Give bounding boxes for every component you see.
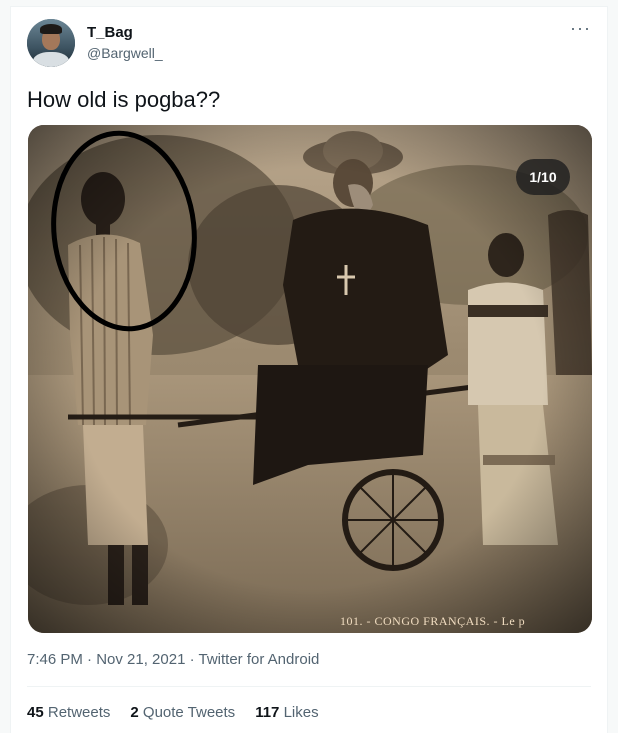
author-handle[interactable]: @Bargwell_: [87, 45, 163, 61]
likes-stat[interactable]: 117 Likes: [255, 704, 318, 721]
retweets-count: 45: [27, 704, 44, 721]
tweet-timestamp[interactable]: 7:46 PM · Nov 21, 2021 · Twitter for And…: [27, 651, 319, 668]
engagement-stats: 45 Retweets 2 Quote Tweets 117 Likes: [27, 704, 319, 721]
quote-tweets-label: Quote Tweets: [142, 704, 236, 721]
tweet-card: T_Bag @Bargwell_ ··· How old is pogba??: [10, 6, 608, 733]
tweet-text: How old is pogba??: [27, 87, 221, 112]
quote-tweets-count: 2: [130, 704, 139, 721]
retweets-label: Retweets: [47, 704, 111, 721]
likes-label: Likes: [283, 704, 319, 721]
sepia-photo-illustration: [28, 125, 592, 633]
divider: [27, 686, 591, 687]
quote-tweets-stat[interactable]: 2 Quote Tweets: [130, 704, 235, 721]
retweets-stat[interactable]: 45 Retweets: [27, 704, 110, 721]
avatar[interactable]: [27, 19, 75, 67]
author-name[interactable]: T_Bag: [87, 24, 133, 41]
likes-count: 117: [255, 704, 280, 721]
more-options-icon[interactable]: ···: [570, 19, 591, 37]
media-counter-badge: 1/10: [516, 159, 570, 195]
photo-caption: 101. - CONGO FRANÇAIS. - Le p: [340, 614, 526, 628]
tweet-photo[interactable]: 1/10 101. - CONGO FRANÇAIS. - Le p: [28, 125, 592, 633]
